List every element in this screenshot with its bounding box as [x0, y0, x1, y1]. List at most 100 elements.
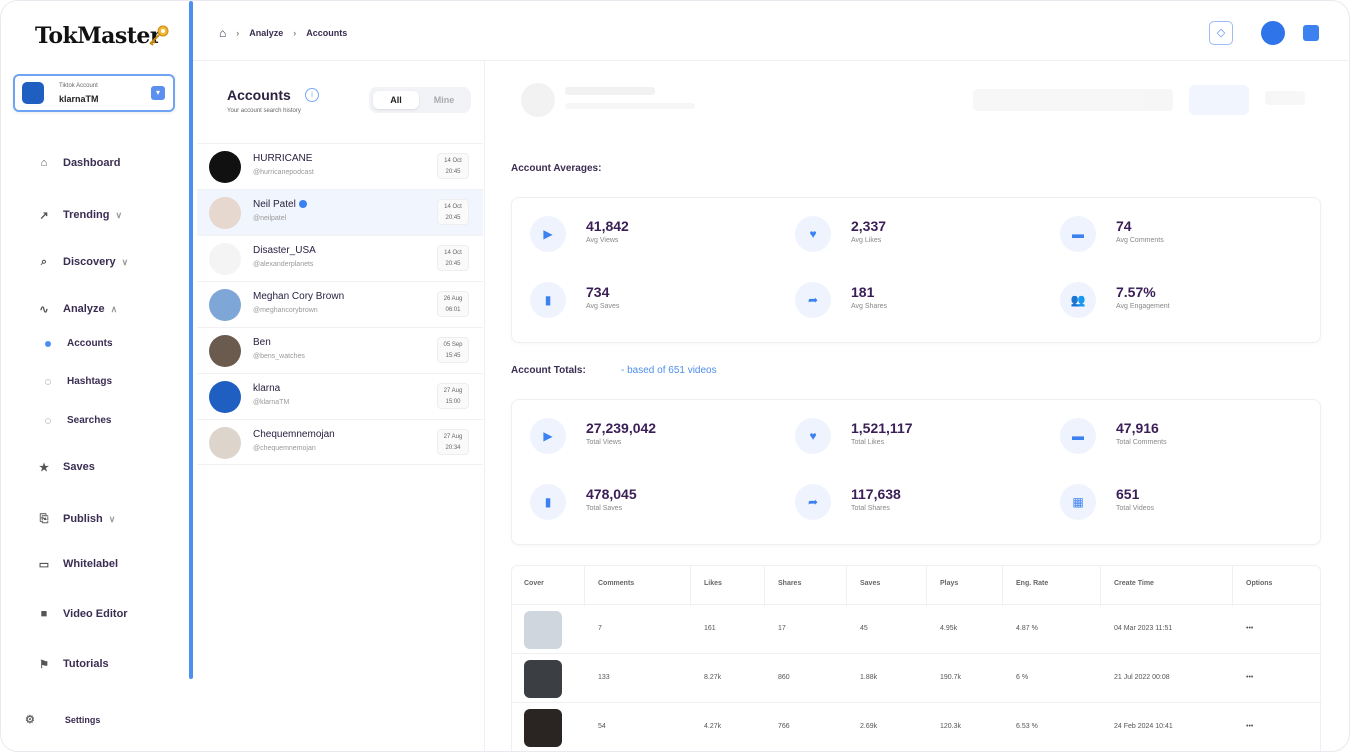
sidebar-item-publish[interactable]: ⎘ Publish ∨	[37, 509, 116, 529]
options-icon[interactable]: •••	[1246, 723, 1253, 730]
sidebar-item-settings[interactable]: ⚙ Settings	[25, 713, 100, 726]
cell-plays: 120.3k	[940, 723, 962, 730]
search-icon: ⌕	[40, 255, 48, 268]
stat-total-videos: ▦ 651 Total Videos	[1060, 484, 1260, 534]
account-avatar	[209, 381, 241, 413]
stat-value: 478,045	[586, 486, 637, 502]
options-icon[interactable]: •••	[1246, 674, 1253, 681]
account-row[interactable]: Meghan Cory Brown @meghancorybrown 26 Au…	[197, 281, 483, 327]
chevron-down-icon: ∨	[115, 209, 123, 220]
filter-all[interactable]: All	[373, 91, 419, 109]
menu-icon[interactable]	[1303, 25, 1319, 41]
breadcrumb-accounts[interactable]: Accounts	[306, 28, 347, 38]
sidebar-subitem-hashtags[interactable]: Hashtags	[67, 376, 112, 387]
sidebar-item-saves[interactable]: ★ Saves	[37, 457, 95, 477]
table-header[interactable]: Shares	[778, 580, 801, 587]
stat-label: Total Views	[586, 439, 622, 446]
home-icon[interactable]: ⌂	[219, 26, 226, 40]
cell-likes: 161	[704, 625, 716, 632]
videos-table: Cover Comments Likes Shares Saves Plays …	[511, 565, 1322, 751]
stat-avg-engagement: 👥 7.57% Avg Engagement	[1060, 282, 1260, 332]
column-divider	[926, 566, 927, 606]
account-name: Ben	[253, 337, 271, 348]
table-header[interactable]: Likes	[704, 580, 722, 587]
stat-value: 181	[851, 284, 875, 300]
account-handle: @neilpatel	[253, 215, 287, 222]
account-avatar	[209, 197, 241, 229]
stat-label: Avg Shares	[851, 303, 888, 310]
account-name: Disaster_USA	[253, 245, 316, 256]
stat-value: 651	[1116, 486, 1140, 502]
account-switcher[interactable]: Tiktok Account klarnaTM ▾	[13, 74, 175, 112]
logo: TokMaster	[35, 23, 162, 49]
cell-eng-rate: 4.87 %	[1016, 625, 1038, 632]
table-header[interactable]: Create Time	[1114, 580, 1154, 587]
sidebar-item-dashboard[interactable]: ⌂ Dashboard	[37, 153, 121, 173]
settings-label: Settings	[64, 714, 101, 725]
stat-value: 117,638	[851, 486, 901, 502]
video-camera-icon: ■	[40, 608, 48, 620]
sidebar-item-whitelabel[interactable]: ▭ Whitelabel	[37, 554, 118, 574]
sidebar-item-discovery[interactable]: ⌕ Discovery ∨	[37, 252, 128, 272]
sidebar-item-analyze[interactable]: ∿ Analyze ∧	[37, 299, 117, 319]
info-icon[interactable]: i	[305, 88, 319, 102]
table-header[interactable]: Plays	[940, 580, 958, 587]
table-row[interactable]: 133 8.27k 860 1.88k 190.7k 6 % 21 Jul 20…	[512, 653, 1322, 702]
account-row[interactable]: Ben @bens_watches 05 Sep 15:45	[197, 327, 483, 373]
totals-card: ▶ 27,239,042 Total Views ♥ 1,521,117 Tot…	[511, 399, 1321, 545]
star-icon: ★	[39, 461, 49, 474]
accounts-title: Accounts	[227, 87, 291, 103]
top-bar: ⌂ › Analyze › Accounts ◇	[193, 1, 1349, 61]
video-cover[interactable]	[524, 709, 562, 747]
profile-header-placeholder	[513, 77, 1333, 125]
video-cover[interactable]	[524, 660, 562, 698]
account-row[interactable]: Disaster_USA @alexanderplanets 14 Oct 20:…	[197, 235, 483, 281]
table-header[interactable]: Eng. Rate	[1016, 580, 1048, 587]
options-icon[interactable]: •••	[1246, 625, 1253, 632]
sidebar-subitem-searches[interactable]: Searches	[67, 415, 111, 426]
sidebar-item-label: Tutorials	[63, 658, 109, 670]
video-cover[interactable]	[524, 611, 562, 649]
verified-icon	[298, 200, 307, 209]
account-row[interactable]: HURRICANE @hurricanepodcast 14 Oct 20:45	[197, 143, 483, 189]
sidebar-item-trending[interactable]: ↗ Trending ∨	[37, 205, 122, 225]
sidebar-item-tutorials[interactable]: ⚑ Tutorials	[37, 654, 109, 674]
accounts-panel: Accounts i Your account search history A…	[193, 61, 485, 751]
cell-saves: 2.69k	[860, 723, 878, 730]
table-row[interactable]: 7 161 17 45 4.95k 4.87 % 04 Mar 2023 11:…	[512, 604, 1322, 653]
sidebar-item-label: Discovery	[63, 256, 116, 268]
stat-label: Total Saves	[586, 505, 623, 512]
account-handle: @meghancorybrown	[253, 307, 318, 314]
averages-card: ▶ 41,842 Avg Views ♥ 2,337 Avg Likes ▬ 7…	[511, 197, 1321, 343]
stat-avg-shares: ➦ 181 Avg Shares	[795, 282, 995, 332]
chevron-down-icon[interactable]: ▾	[151, 86, 165, 100]
home-icon: ⌂	[40, 157, 48, 169]
pulse-icon: ∿	[39, 303, 49, 316]
bell-icon[interactable]: ◇	[1209, 21, 1233, 45]
filter-mine[interactable]: Mine	[421, 91, 467, 109]
table-header[interactable]: Comments	[598, 580, 634, 587]
cell-eng-rate: 6.53 %	[1016, 723, 1038, 730]
account-row[interactable]: klarna @klarnaTM 27 Aug 15:00	[197, 373, 483, 419]
people-icon: 👥	[1060, 282, 1096, 318]
user-avatar-icon[interactable]	[1261, 21, 1285, 45]
stat-avg-saves: ▮ 734 Avg Saves	[530, 282, 730, 332]
account-row[interactable]: Neil Patel @neilpatel 14 Oct 20:45	[197, 189, 483, 235]
chevron-right-icon: ›	[293, 28, 297, 38]
stat-value: 47,916	[1116, 420, 1159, 436]
table-row[interactable]: 54 4.27k 766 2.69k 120.3k 6.53 % 24 Feb …	[512, 702, 1322, 751]
cell-plays: 4.95k	[940, 625, 958, 632]
sidebar: TokMaster Tiktok Account klarnaTM ▾ ⌂ Da…	[1, 1, 191, 751]
sidebar-item-video-editor[interactable]: ■ Video Editor	[37, 604, 128, 624]
cell-comments: 7	[598, 625, 602, 632]
account-row[interactable]: Chequemnemojan @chequemnemojan 27 Aug 20:…	[197, 419, 483, 465]
sidebar-subitem-accounts[interactable]: Accounts	[67, 338, 113, 349]
table-header[interactable]: Saves	[860, 580, 880, 587]
account-switcher-name: klarnaTM	[59, 94, 99, 104]
film-icon: ▦	[1060, 484, 1096, 520]
stat-label: Avg Comments	[1116, 237, 1164, 244]
column-divider	[1100, 566, 1101, 606]
averages-title: Account Averages:	[511, 163, 602, 174]
breadcrumb-analyze[interactable]: Analyze	[249, 28, 283, 38]
stat-label: Avg Saves	[586, 303, 620, 310]
